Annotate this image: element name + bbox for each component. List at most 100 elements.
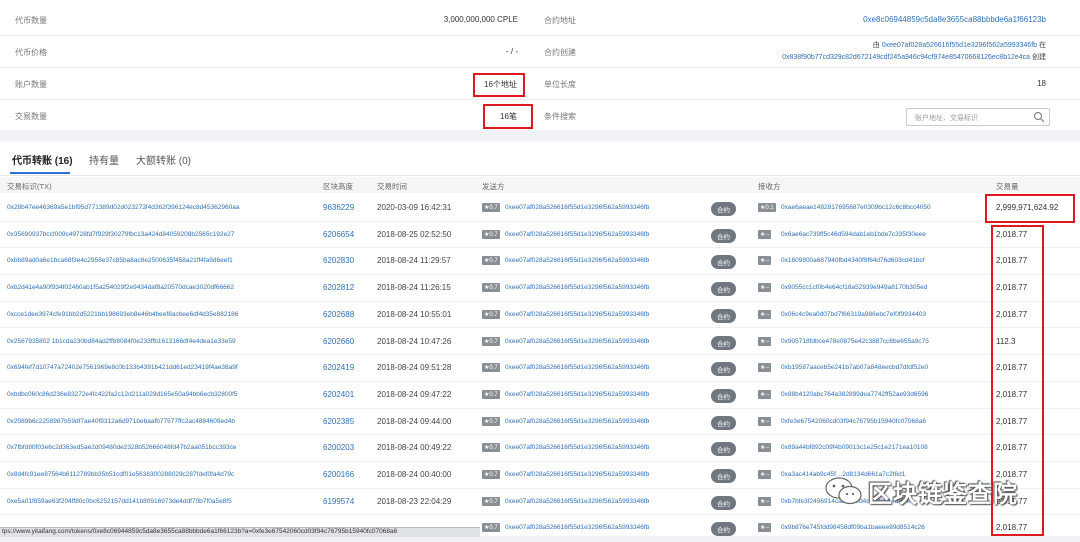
contract-tag: 合约 xyxy=(711,335,736,350)
sender-address-link[interactable]: 0xee07af028a526616f55d1e3296f562a5993346… xyxy=(505,524,649,531)
tx-hash-link[interactable]: 0xbdbc060c86d236e83272e4fc422fa2c12d211a… xyxy=(7,391,238,398)
highlight-box-large-transfer xyxy=(985,194,1075,223)
tab-holdings[interactable]: 持有量 xyxy=(89,152,119,167)
table-row: 0xb2d41e4a90f934f02460ab1f5a254029f2e943… xyxy=(0,274,1080,302)
table-row: 0xcce1dee3974cfe91bb2d5221bb198693eb8e46… xyxy=(0,301,1080,329)
tx-hash-link[interactable]: 0x8d4fc91ee87564b6112789bb35b51cdf01e563… xyxy=(7,471,234,478)
contract-tag: 合约 xyxy=(711,442,736,457)
table-row: 0xbb89ad0a6e1bca68f3e4c2958e37c85ba8ac8e… xyxy=(0,247,1080,276)
table-row: 0x28b47ee46369a5e1bf95d771389d02d023273f… xyxy=(0,194,1080,222)
block-height-link[interactable]: 6202688 xyxy=(323,310,354,319)
watermark-text: 区块链鉴查院 xyxy=(868,481,1018,508)
tx-time: 2018-08-24 10:55:01 xyxy=(377,309,452,319)
receiver-address-link[interactable]: 0x9b876e745fdd98458df09ba1baeee99d8514c2… xyxy=(781,524,925,531)
sender-address-link[interactable]: 0xee07af028a526616f55d1e3296f562a5993346… xyxy=(505,471,649,478)
block-height-link[interactable]: 6202419 xyxy=(323,363,354,372)
tx-hash-link[interactable]: 0xbb89ad0a6e1bca68f3e4c2958e37c85ba8ac8e… xyxy=(7,257,233,264)
receiver-address-link[interactable]: 0xfe3e67542060cd03f94c76795b15940fc07068… xyxy=(781,418,926,425)
tx-time: 2018-08-24 09:44:00 xyxy=(377,416,452,426)
filter-label: 条件搜索 xyxy=(544,112,576,121)
contract-tag: 合约 xyxy=(711,202,736,216)
sender-address-link[interactable]: 0xee07af028a526616f55d1e3296f562a5993346… xyxy=(505,364,649,371)
sender-address-link[interactable]: 0xee07af028a526616f55d1e3296f562a5993346… xyxy=(505,284,649,291)
header-quantity: 交易量 xyxy=(996,182,1019,191)
creator-address-link[interactable]: 0xee07af028a526616f55d1e3296f562a5993346… xyxy=(882,42,1037,49)
receiver-rating-badge: ★-- xyxy=(758,523,772,533)
tx-hash-link[interactable]: 0x694fef7d10747a72402e7561969e8c0b133b43… xyxy=(7,364,238,371)
supply-value: 3,000,000,000 CPLE xyxy=(443,15,518,24)
receiver-address-link[interactable]: 0xb19587aaceb5e241b7ab07a848eecbd7dfdf52… xyxy=(781,364,928,371)
search-input[interactable]: 账户地址、交易标识 xyxy=(906,108,1050,126)
receiver-address-link[interactable]: 0x89a44bf892c09f4b09013c1e25c1e2171ea101… xyxy=(781,444,928,451)
table-row: 0x2567935802 1b1cda230bd84ad2ffb8084f0e2… xyxy=(0,328,1080,356)
tx-hash-link[interactable]: 0xb2d41e4a90f934f02460ab1f5a254029f2e943… xyxy=(7,284,234,291)
contract-address-link[interactable]: 0xe8c06944859c5da8e3655ca88bbbde6a1f6612… xyxy=(863,15,1046,24)
tx-time: 2018-08-24 00:49:22 xyxy=(377,443,452,453)
sender-address-link[interactable]: 0xee07af028a526616f55d1e3296f562a5993346… xyxy=(505,311,649,318)
block-height-link[interactable]: 6202830 xyxy=(323,256,354,265)
sender-rating-badge: ★0.7 xyxy=(482,496,500,506)
contract-tag: 合约 xyxy=(711,388,736,403)
receiver-address-link[interactable]: 0x905718fdbce478e0875e42c3887cc6be655a9c… xyxy=(781,338,929,345)
tab-token-transfers[interactable]: 代币转账 (16) xyxy=(12,152,73,167)
tx-time: 2020-03-09 16:42:31 xyxy=(377,203,452,212)
tx-hash-link[interactable]: 0x35690937bccf009c49728fd7f929f30279fbc1… xyxy=(7,231,234,238)
creation-tx-link[interactable]: 0x838f90b77cd329c82d672149cdf245a946c94c… xyxy=(782,54,1030,61)
sender-address-link[interactable]: 0xee07af028a526616f55d1e3296f562a5993346… xyxy=(505,257,649,264)
receiver-address-link[interactable]: 0xae6aeae1482817695687e0309bc12c6c8bcc40… xyxy=(781,204,931,211)
tx-time: 2018-08-25 02:52:50 xyxy=(377,229,452,239)
creation-info: 由 0xee07af028a526616f55d1e3296f562a59933… xyxy=(782,40,1046,64)
summary-row-price: 代币价格 - / - 合约创建 由 0xee07af028a526616f55d… xyxy=(0,35,1080,68)
receiver-rating-badge: ★-- xyxy=(758,389,772,399)
tab-large-transfers[interactable]: 大额转账 (0) xyxy=(136,152,191,167)
sender-rating-badge: ★0.7 xyxy=(482,363,500,373)
tx-hash-link[interactable]: 0xe5a01f859ae63f204ff80c0bc6252157dd141b… xyxy=(7,498,232,505)
decimals-value: 18 xyxy=(1037,79,1046,88)
tx-time: 2018-08-23 22:04:29 xyxy=(377,496,452,506)
tx-hash-link[interactable]: 0x2089b6c2258987b59df7ae40f9312a6d971beb… xyxy=(7,418,235,425)
receiver-address-link[interactable]: 0x6ae6ac739ff5c46d594dab1eb1bde7c335f30e… xyxy=(781,231,926,238)
table-row: 0x2089b6c2258987b59df7ae40f9312a6d971beb… xyxy=(0,408,1080,436)
receiver-address-link[interactable]: 0x88b4120abc764a382899dea7742ff52ae93d65… xyxy=(781,391,928,398)
sender-rating-badge: ★0.7 xyxy=(482,470,500,479)
sender-address-link[interactable]: 0xee07af028a526616f55d1e3296f562a5993346… xyxy=(505,231,649,238)
block-height-link[interactable]: 6206654 xyxy=(323,230,354,239)
tx-time: 2018-08-24 00:40:00 xyxy=(377,470,452,479)
receiver-rating-badge: ★-- xyxy=(758,470,772,479)
tx-time: 2018-08-24 09:51:28 xyxy=(377,363,452,373)
status-url: tps://www.yitaifang.com/tokens/0xe8c0694… xyxy=(2,528,398,535)
block-height-link[interactable]: 6202660 xyxy=(323,337,354,346)
price-value: - / - xyxy=(506,47,518,56)
tx-time: 2018-08-24 10:47:26 xyxy=(377,336,452,346)
search-icon[interactable] xyxy=(1033,111,1045,123)
tab-bar: 代币转账 (16) 持有量 大额转账 (0) xyxy=(0,141,1080,176)
contract-tag: 合约 xyxy=(711,255,736,270)
sender-address-link[interactable]: 0xee07af028a526616f55d1e3296f562a5993346… xyxy=(505,444,649,451)
block-height-link[interactable]: 6202812 xyxy=(323,283,354,292)
block-height-link[interactable]: 6200166 xyxy=(323,470,354,479)
receiver-address-link[interactable]: 0x1609800a687940fbd4340f9f64d76d603cd41b… xyxy=(781,257,925,264)
block-height-link[interactable]: 9636229 xyxy=(323,203,354,212)
highlight-box-holders xyxy=(473,73,525,97)
tx-hash-link[interactable]: 0x28b47ee46369a5e1bf95d771389d02d023273f… xyxy=(7,204,239,211)
block-height-link[interactable]: 6202401 xyxy=(323,390,354,399)
contract-tag: 合约 xyxy=(711,522,736,537)
sender-rating-badge: ★0.7 xyxy=(482,416,500,426)
tx-hash-link[interactable]: 0x2567935802 1b1cda230bd84ad2ffb8084f0e2… xyxy=(7,338,236,345)
receiver-address-link[interactable]: 0x06c4c9ea0d07bd7f66319a986ebc7ef0f99344… xyxy=(781,311,926,318)
table-row: 0x35690937bccf009c49728fd7f929f30279fbc1… xyxy=(0,221,1080,249)
tx-hash-link[interactable]: 0x7fbfd80f03e6c2d363ed5ae2d09480de2328b5… xyxy=(7,444,237,451)
block-height-link[interactable]: 6202385 xyxy=(323,417,354,426)
sender-rating-badge: ★0.7 xyxy=(482,389,500,399)
receiver-rating-badge: ★-- xyxy=(758,496,772,506)
tx-hash-link[interactable]: 0xcce1dee3974cfe91bb2d5221bb198693eb8e46… xyxy=(7,311,238,318)
block-height-link[interactable]: 6199574 xyxy=(323,497,354,506)
sender-address-link[interactable]: 0xee07af028a526616f55d1e3296f562a5993346… xyxy=(505,338,649,345)
sender-address-link[interactable]: 0xee07af028a526616f55d1e3296f562a5993346… xyxy=(505,418,649,425)
sender-address-link[interactable]: 0xee07af028a526616f55d1e3296f562a5993346… xyxy=(505,498,649,505)
receiver-address-link[interactable]: 0x9055cc1cf0b4e64cf18a52939e949a8170b305… xyxy=(781,284,927,291)
sender-address-link[interactable]: 0xee07af028a526616f55d1e3296f562a5993346… xyxy=(505,391,649,398)
block-height-link[interactable]: 6200203 xyxy=(323,443,354,452)
table-row: 0xbdbc060c86d236e83272e4fc422fa2c12d211a… xyxy=(0,381,1080,409)
sender-address-link[interactable]: 0xee07af028a526616f55d1e3296f562a5993346… xyxy=(505,204,649,211)
